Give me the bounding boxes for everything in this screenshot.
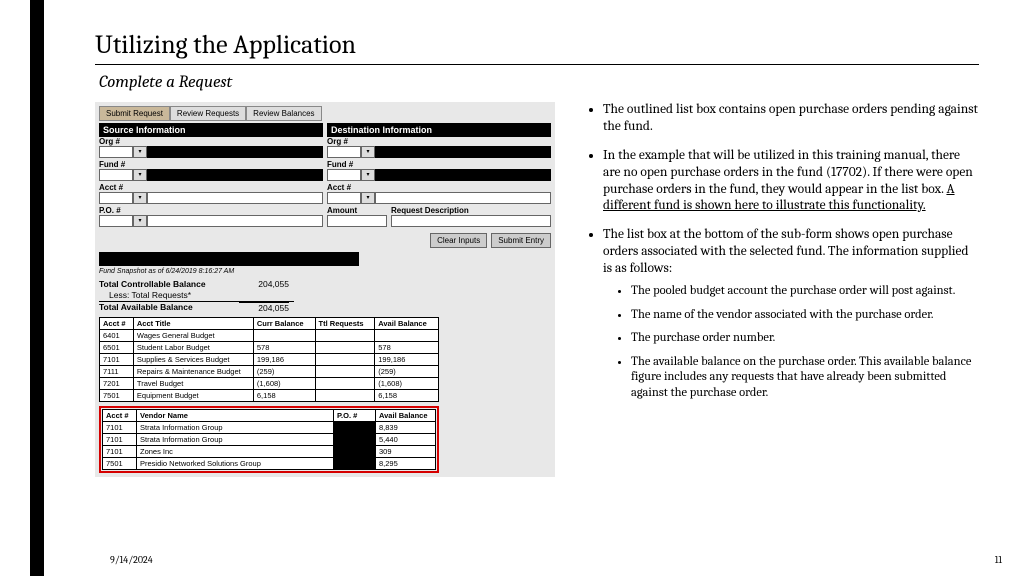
- snapshot-text: Fund Snapshot as of 6/24/2019 8:16:27 AM: [99, 268, 551, 275]
- tab-val: 204,055: [239, 302, 289, 313]
- amount-label: Amount: [327, 206, 387, 215]
- dest-org-input[interactable]: [327, 146, 361, 158]
- table-row: 6501Student Labor Budget578578: [100, 342, 439, 354]
- explanation-text: The outlined list box contains open purc…: [585, 102, 979, 477]
- amount-input[interactable]: [327, 215, 387, 227]
- reqdesc-input[interactable]: [391, 215, 551, 227]
- table-row: 7101Supplies & Services Budget199,186199…: [100, 354, 439, 366]
- acct-table: Acct # Acct Title Curr Balance Ttl Reque…: [99, 317, 439, 402]
- dest-fund-label: Fund #: [327, 160, 551, 169]
- fund-label: Fund #: [99, 160, 323, 169]
- tcb-label: Total Controllable Balance: [99, 279, 239, 289]
- app-screenshot: Submit Request Review Requests Review Ba…: [95, 102, 555, 477]
- dest-fund-input[interactable]: [327, 169, 361, 181]
- src-acct-drop[interactable]: ▾: [133, 192, 147, 204]
- tcb-val: 204,055: [239, 279, 289, 289]
- src-po-desc: [147, 215, 323, 227]
- dest-acct-desc: [375, 192, 551, 204]
- tab-submit-request[interactable]: Submit Request: [99, 106, 170, 121]
- src-acct-desc: [147, 192, 323, 204]
- bullet-item: The outlined list box contains open purc…: [603, 102, 979, 136]
- table-row: 7101Strata Information Group5,440: [103, 434, 436, 446]
- less-label: Less: Total Requests*: [109, 290, 249, 300]
- fund-selector-block: [99, 252, 359, 266]
- table-row: 7101Zones Inc309: [103, 446, 436, 458]
- page-title: Utilizing the Application: [95, 30, 979, 65]
- src-fund-drop[interactable]: ▾: [133, 169, 147, 181]
- slide-accent-bar: [30, 0, 44, 576]
- po-table: Acct # Vendor Name P.O. # Avail Balance …: [102, 409, 436, 470]
- po-label: P.O. #: [99, 206, 323, 215]
- tab-review-requests[interactable]: Review Requests: [170, 106, 246, 121]
- dest-org-desc: [375, 146, 551, 158]
- sub-bullet-item: The pooled budget account the purchase o…: [631, 284, 979, 300]
- dest-fund-desc: [375, 169, 551, 181]
- clear-inputs-button[interactable]: Clear Inputs: [430, 233, 487, 248]
- slide-content: Utilizing the Application Complete a Req…: [95, 30, 979, 477]
- src-po-input[interactable]: [99, 215, 133, 227]
- org-label: Org #: [99, 137, 323, 146]
- footer-date: 9/14/2024: [110, 554, 153, 566]
- tab-label: Total Available Balance: [99, 302, 239, 313]
- table-row: 7501Presidio Networked Solutions Group8,…: [103, 458, 436, 470]
- less-val: [249, 290, 299, 300]
- table-header-row: Acct # Acct Title Curr Balance Ttl Reque…: [100, 318, 439, 330]
- dest-acct-drop[interactable]: ▾: [361, 192, 375, 204]
- tab-bar: Submit Request Review Requests Review Ba…: [99, 106, 551, 121]
- footer-page-number: 11: [995, 554, 1002, 566]
- reqdesc-label: Request Description: [391, 206, 551, 215]
- src-org-input[interactable]: [99, 146, 133, 158]
- source-header: Source Information: [99, 123, 323, 137]
- submit-entry-button[interactable]: Submit Entry: [491, 233, 551, 248]
- table-row: 6401Wages General Budget: [100, 330, 439, 342]
- table-row: 7111Repairs & Maintenance Budget(259)(25…: [100, 366, 439, 378]
- sub-bullet-item: The name of the vendor associated with t…: [631, 308, 979, 324]
- src-acct-input[interactable]: [99, 192, 133, 204]
- dest-org-label: Org #: [327, 137, 551, 146]
- dest-fund-drop[interactable]: ▾: [361, 169, 375, 181]
- page-subtitle: Complete a Request: [99, 73, 979, 92]
- sub-bullet-item: The purchase order number.: [631, 331, 979, 347]
- bullet-item: In the example that will be utilized in …: [603, 148, 979, 216]
- bullet-item: The list box at the bottom of the sub-fo…: [603, 227, 979, 401]
- src-org-desc: [147, 146, 323, 158]
- tab-review-balances[interactable]: Review Balances: [246, 106, 321, 121]
- dest-acct-input[interactable]: [327, 192, 361, 204]
- dest-header: Destination Information: [327, 123, 551, 137]
- table-row: 7101Strata Information Group8,839: [103, 422, 436, 434]
- src-org-drop[interactable]: ▾: [133, 146, 147, 158]
- dest-org-drop[interactable]: ▾: [361, 146, 375, 158]
- table-row: 7201Travel Budget(1,608)(1,608): [100, 378, 439, 390]
- dest-acct-label: Acct #: [327, 183, 551, 192]
- sub-bullet-item: The available balance on the purchase or…: [631, 355, 979, 402]
- po-listbox-highlight: Acct # Vendor Name P.O. # Avail Balance …: [99, 406, 439, 473]
- table-row: 7501Equipment Budget6,1586,158: [100, 390, 439, 402]
- src-fund-input[interactable]: [99, 169, 133, 181]
- acct-label: Acct #: [99, 183, 323, 192]
- src-fund-desc: [147, 169, 323, 181]
- table-header-row: Acct # Vendor Name P.O. # Avail Balance: [103, 410, 436, 422]
- src-po-drop[interactable]: ▾: [133, 215, 147, 227]
